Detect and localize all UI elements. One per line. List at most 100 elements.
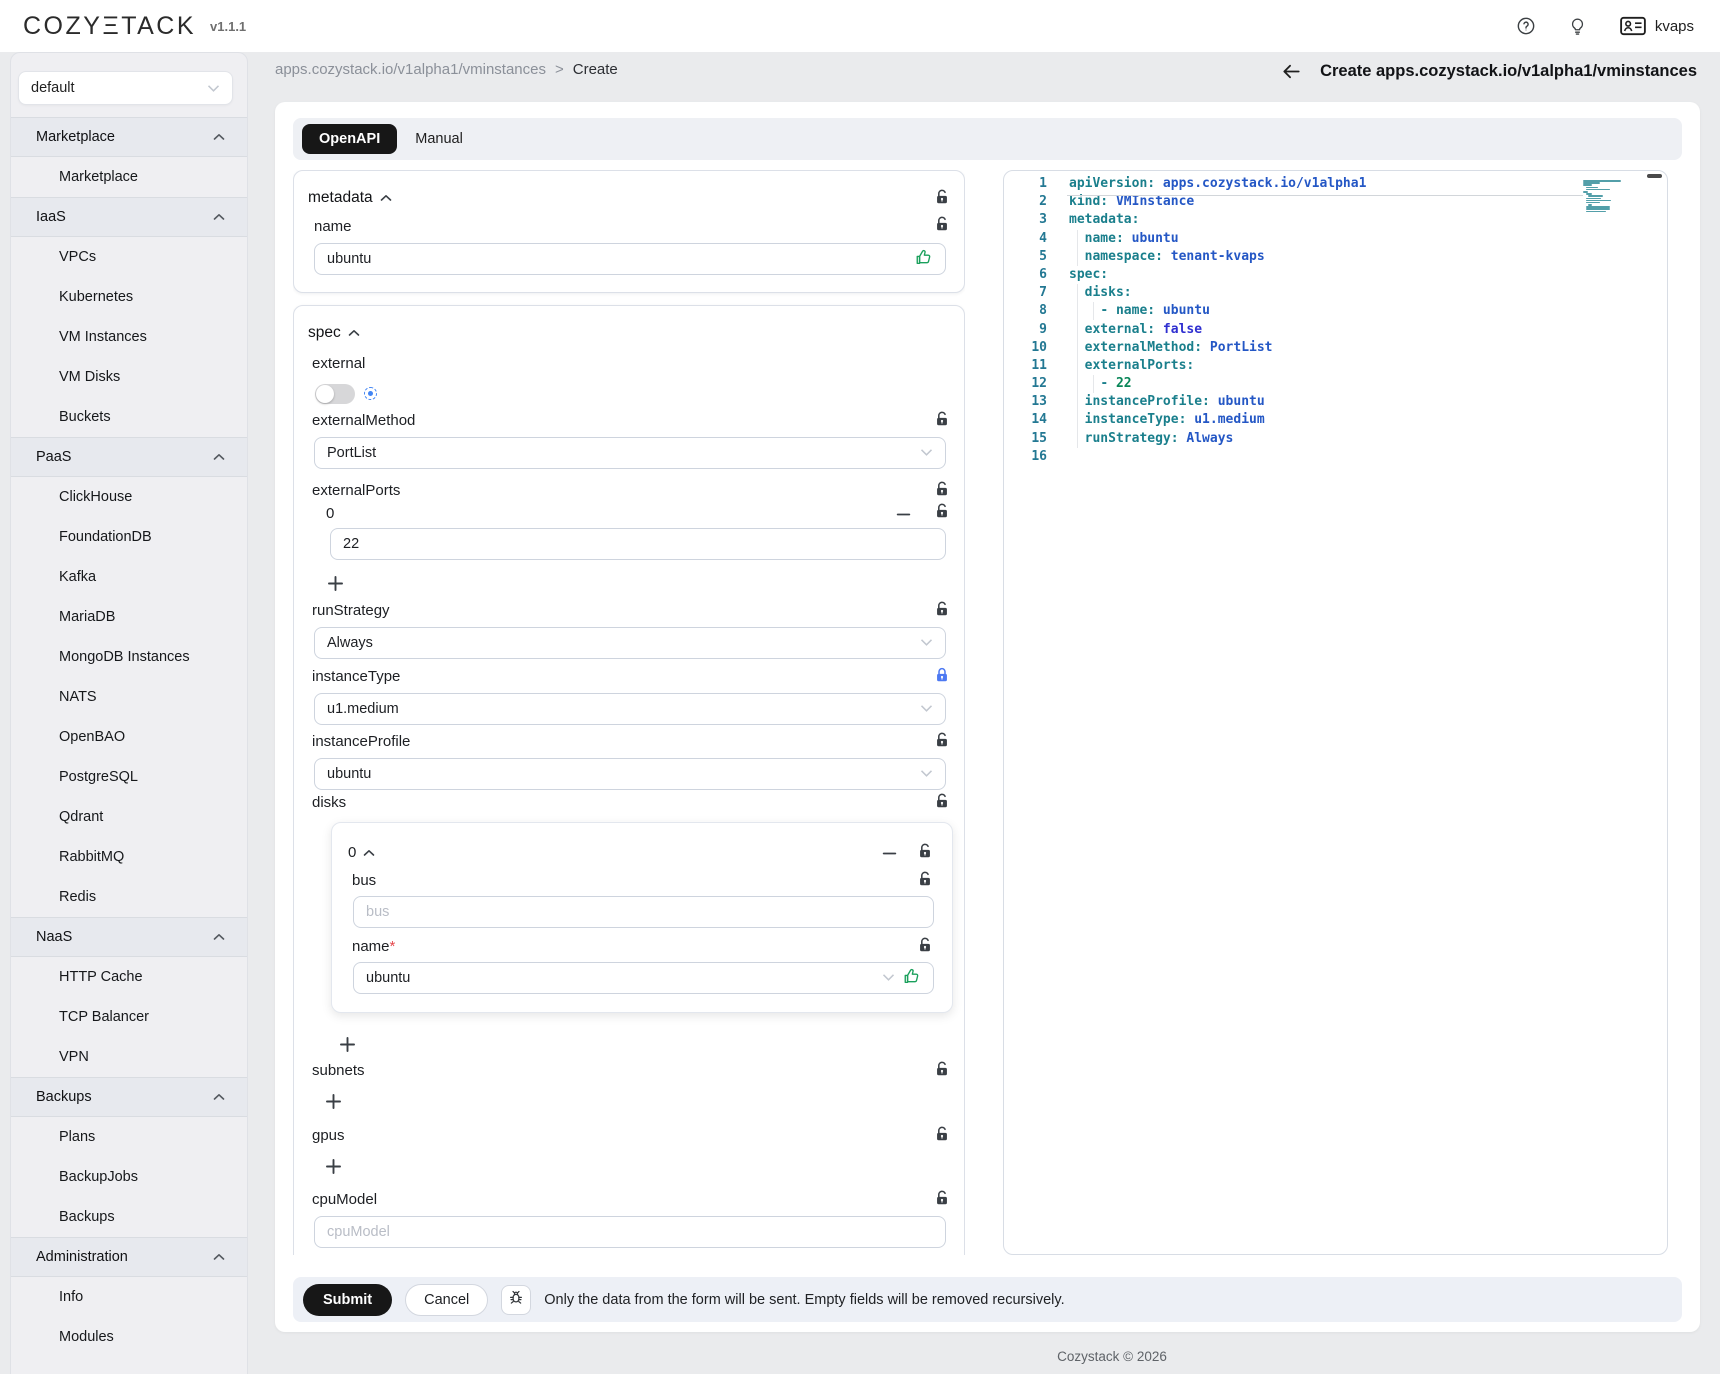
sidebar-item-buckets[interactable]: Buckets	[11, 397, 247, 437]
sidebar-item-marketplace[interactable]: Marketplace	[11, 157, 247, 197]
yaml-line[interactable]: 15 runStrategy: Always	[1004, 430, 1667, 448]
yaml-line[interactable]: 11 externalPorts:	[1004, 357, 1667, 375]
yaml-line[interactable]: 13 instanceProfile: ubuntu	[1004, 393, 1667, 411]
lock-open-icon[interactable]	[934, 503, 950, 519]
instancetype-select[interactable]: u1.medium	[314, 693, 946, 725]
disk-item-index-toggle[interactable]: 0	[348, 844, 375, 861]
yaml-line[interactable]: 14 instanceType: u1.medium	[1004, 411, 1667, 429]
minimap[interactable]	[1583, 180, 1625, 213]
sidebar-item-openbao[interactable]: OpenBAO	[11, 717, 247, 757]
plus-icon[interactable]	[324, 572, 346, 594]
externalports-item-index[interactable]: 0	[326, 505, 334, 522]
plus-icon[interactable]	[322, 1090, 344, 1112]
tab-manual[interactable]: Manual	[401, 124, 477, 154]
metadata-name-input[interactable]: ubuntu	[314, 243, 946, 275]
sidebar-item-postgresql[interactable]: PostgreSQL	[11, 757, 247, 797]
sidebar-section-paas[interactable]: PaaS	[11, 437, 247, 477]
sidebar-item-plans[interactable]: Plans	[11, 1117, 247, 1157]
externalmethod-select[interactable]: PortList	[314, 437, 946, 469]
thumbs-up-icon[interactable]	[915, 248, 933, 270]
yaml-line[interactable]: 3metadata:	[1004, 211, 1667, 229]
yaml-line[interactable]: 1apiVersion: apps.cozystack.io/v1alpha1	[1004, 175, 1667, 193]
lock-open-icon[interactable]	[934, 601, 950, 617]
lock-open-icon[interactable]	[934, 411, 950, 427]
sidebar-item-vm-disks[interactable]: VM Disks	[11, 357, 247, 397]
sidebar-item-kubernetes[interactable]: Kubernetes	[11, 277, 247, 317]
metadata-section-toggle[interactable]: metadata	[308, 189, 392, 207]
externalports-item-input[interactable]: 22	[330, 528, 946, 560]
sidebar-item-nats[interactable]: NATS	[11, 677, 247, 717]
sidebar-item-backups[interactable]: Backups	[11, 1197, 247, 1237]
sidebar-item-vm-instances[interactable]: VM Instances	[11, 317, 247, 357]
breadcrumb-path[interactable]: apps.cozystack.io/v1alpha1/vminstances	[275, 61, 546, 78]
sidebar-section-naas[interactable]: NaaS	[11, 917, 247, 957]
sidebar-item-info[interactable]: Info	[11, 1277, 247, 1317]
external-toggle[interactable]	[315, 384, 355, 404]
runstrategy-select[interactable]: Always	[314, 627, 946, 659]
minus-icon[interactable]	[878, 842, 900, 864]
sidebar-item-vpcs[interactable]: VPCs	[11, 237, 247, 277]
sidebar-item-http-cache[interactable]: HTTP Cache	[11, 957, 247, 997]
lock-open-icon[interactable]	[917, 937, 933, 953]
sidebar-item-backupjobs[interactable]: BackupJobs	[11, 1157, 247, 1197]
yaml-code[interactable]: 1apiVersion: apps.cozystack.io/v1alpha12…	[1004, 175, 1667, 466]
line-number: 9	[1004, 321, 1047, 339]
sidebar-item-foundationdb[interactable]: FoundationDB	[11, 517, 247, 557]
disk-name-select[interactable]: ubuntu	[353, 962, 934, 994]
yaml-line[interactable]: 8 - name: ubuntu	[1004, 302, 1667, 320]
thumbs-up-icon[interactable]	[903, 967, 921, 989]
lock-open-icon[interactable]	[934, 793, 950, 809]
yaml-line[interactable]: 16	[1004, 448, 1667, 466]
lock-open-icon[interactable]	[917, 871, 933, 887]
lock-open-icon[interactable]	[934, 1190, 950, 1206]
yaml-line[interactable]: 7 disks:	[1004, 284, 1667, 302]
sidebar-section-iaas[interactable]: IaaS	[11, 197, 247, 237]
plus-icon[interactable]	[322, 1155, 344, 1177]
spec-section-toggle[interactable]: spec	[308, 324, 360, 342]
yaml-line[interactable]: 12 - 22	[1004, 375, 1667, 393]
sidebar-item-vpn[interactable]: VPN	[11, 1037, 247, 1077]
scrollbar-thumb[interactable]	[1647, 174, 1662, 178]
sidebar-section-marketplace[interactable]: Marketplace	[11, 117, 247, 157]
sidebar-item-mongodb-instances[interactable]: MongoDB Instances	[11, 637, 247, 677]
lock-open-icon[interactable]	[917, 843, 933, 859]
lock-open-icon[interactable]	[934, 1126, 950, 1142]
lock-open-icon[interactable]	[934, 216, 950, 232]
sidebar-item-rabbitmq[interactable]: RabbitMQ	[11, 837, 247, 877]
namespace-select[interactable]: default	[18, 71, 233, 105]
sidebar-item-tcp-balancer[interactable]: TCP Balancer	[11, 997, 247, 1037]
debug-button[interactable]	[501, 1285, 531, 1315]
yaml-line[interactable]: 9 external: false	[1004, 321, 1667, 339]
sidebar-item-mariadb[interactable]: MariaDB	[11, 597, 247, 637]
yaml-line[interactable]: 5 namespace: tenant-kvaps	[1004, 248, 1667, 266]
cancel-button[interactable]: Cancel	[405, 1284, 488, 1316]
plus-icon[interactable]	[336, 1033, 358, 1055]
sidebar-item-modules[interactable]: Modules	[11, 1317, 247, 1357]
minus-icon[interactable]	[892, 503, 914, 525]
help-icon[interactable]	[1516, 16, 1536, 36]
sidebar-item-qdrant[interactable]: Qdrant	[11, 797, 247, 837]
yaml-line[interactable]: 4 name: ubuntu	[1004, 230, 1667, 248]
sidebar-item-clickhouse[interactable]: ClickHouse	[11, 477, 247, 517]
lock-open-icon[interactable]	[934, 1061, 950, 1077]
yaml-line[interactable]: 10 externalMethod: PortList	[1004, 339, 1667, 357]
sidebar-section-backups[interactable]: Backups	[11, 1077, 247, 1117]
submit-button[interactable]: Submit	[303, 1284, 392, 1316]
instanceprofile-select[interactable]: ubuntu	[314, 758, 946, 790]
reset-default-icon[interactable]	[364, 387, 377, 400]
lightbulb-icon[interactable]	[1568, 16, 1588, 36]
bus-input[interactable]: bus	[353, 896, 934, 928]
lock-open-icon[interactable]	[934, 732, 950, 748]
lock-open-icon[interactable]	[934, 189, 950, 205]
sidebar-item-kafka[interactable]: Kafka	[11, 557, 247, 597]
yaml-editor[interactable]: 1apiVersion: apps.cozystack.io/v1alpha12…	[1003, 170, 1668, 1255]
cpumodel-input[interactable]: cpuModel	[314, 1216, 946, 1248]
yaml-line[interactable]: 6spec:	[1004, 266, 1667, 284]
lock-open-icon[interactable]	[934, 481, 950, 497]
lock-closed-icon[interactable]	[934, 667, 950, 683]
back-arrow-icon[interactable]	[1279, 59, 1303, 83]
user-menu[interactable]: kvaps	[1620, 16, 1694, 36]
sidebar-item-redis[interactable]: Redis	[11, 877, 247, 917]
sidebar-section-administration[interactable]: Administration	[11, 1237, 247, 1277]
tab-openapi[interactable]: OpenAPI	[302, 124, 397, 154]
